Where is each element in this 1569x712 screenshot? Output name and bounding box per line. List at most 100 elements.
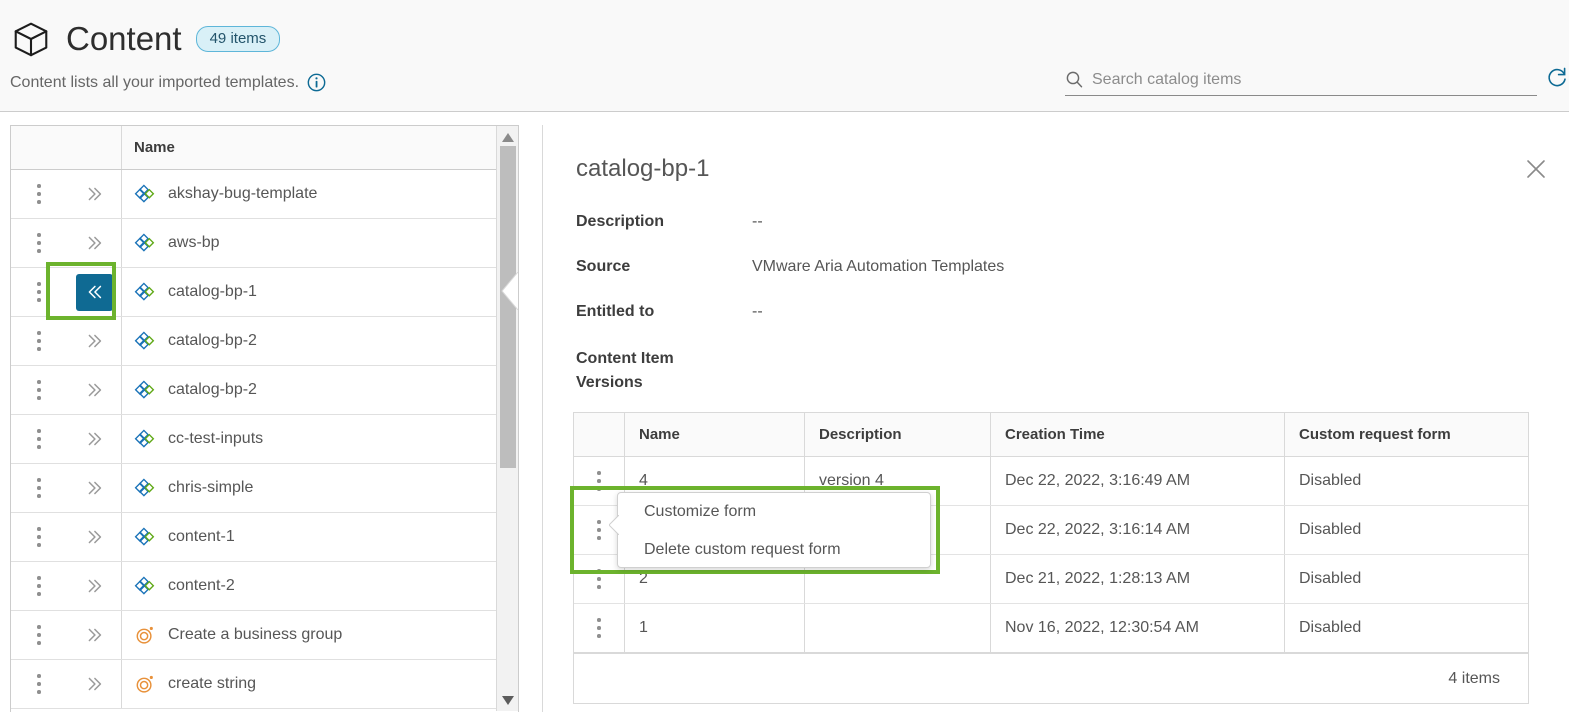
row-actions-kebab-icon[interactable] <box>37 674 41 694</box>
row-actions-cell[interactable] <box>11 513 67 561</box>
collapse-details-button[interactable] <box>75 273 113 311</box>
page-header: Content 49 items Content lists all your … <box>0 0 1569 112</box>
row-actions-cell[interactable] <box>11 170 67 218</box>
menu-item-delete-custom-request-form[interactable]: Delete custom request form <box>618 531 930 569</box>
list-item[interactable]: content-1 <box>11 513 518 562</box>
menu-item-customize-form[interactable]: Customize form <box>618 493 930 531</box>
row-expand-cell[interactable] <box>67 268 121 316</box>
item-name-cell: chris-simple <box>121 464 518 512</box>
scroll-down-arrow[interactable] <box>497 691 518 709</box>
list-item[interactable]: cc-test-inputs <box>11 415 518 464</box>
row-actions-cell[interactable] <box>11 219 67 267</box>
versions-header-description: Description <box>804 413 990 456</box>
expand-details-button[interactable] <box>77 668 111 700</box>
row-actions-cell[interactable] <box>11 415 67 463</box>
detail-title: catalog-bp-1 <box>576 155 710 182</box>
row-actions-kebab-icon[interactable] <box>37 184 41 204</box>
version-actions-kebab-icon[interactable] <box>597 471 601 491</box>
field-description: Description -- <box>576 213 763 231</box>
row-actions-kebab-icon[interactable] <box>37 233 41 253</box>
row-actions-cell[interactable] <box>11 660 67 708</box>
row-actions-dropdown: Customize form Delete custom request for… <box>608 492 931 569</box>
row-actions-kebab-icon[interactable] <box>37 331 41 351</box>
row-expand-cell[interactable] <box>67 317 121 365</box>
row-actions-cell[interactable] <box>11 366 67 414</box>
blueprint-icon <box>134 232 156 254</box>
row-actions-kebab-icon[interactable] <box>37 625 41 645</box>
expand-details-button[interactable] <box>77 178 111 210</box>
item-name-label: catalog-bp-1 <box>168 283 257 300</box>
row-actions-kebab-icon[interactable] <box>37 576 41 596</box>
expand-details-button[interactable] <box>77 521 111 553</box>
row-expand-cell[interactable] <box>67 366 121 414</box>
refresh-button[interactable] <box>1546 66 1568 90</box>
row-expand-cell[interactable] <box>67 170 121 218</box>
row-actions-cell[interactable] <box>11 317 67 365</box>
row-actions-kebab-icon[interactable] <box>37 527 41 547</box>
versions-table-row[interactable]: 1 Nov 16, 2022, 12:30:54 AM Disabled <box>574 604 1528 653</box>
field-entitled-to-label: Entitled to <box>576 303 655 320</box>
content-list-panel: Name akshay-bug-template aws-bp catalog-bp… <box>10 125 519 712</box>
version-actions-kebab-icon[interactable] <box>597 520 601 540</box>
version-actions-kebab-icon[interactable] <box>597 569 601 589</box>
expand-details-button[interactable] <box>77 619 111 651</box>
close-icon[interactable] <box>1523 156 1549 182</box>
list-item[interactable]: create string <box>11 660 518 709</box>
blueprint-icon <box>134 281 156 303</box>
list-header-row: Name <box>11 126 518 170</box>
search-input[interactable] <box>1092 66 1522 93</box>
row-expand-cell[interactable] <box>67 219 121 267</box>
row-expand-cell[interactable] <box>67 464 121 512</box>
page-title-row: Content 49 items <box>10 18 281 60</box>
scroll-up-arrow[interactable] <box>497 128 518 146</box>
scrollbar-thumb[interactable] <box>500 146 516 468</box>
list-scrollbar[interactable] <box>496 126 518 711</box>
row-expand-cell[interactable] <box>67 562 121 610</box>
blueprint-icon <box>134 183 156 205</box>
row-actions-cell[interactable] <box>11 268 67 316</box>
row-actions-kebab-icon[interactable] <box>37 380 41 400</box>
list-item[interactable]: Create a business group <box>11 611 518 660</box>
version-actions-kebab-icon[interactable] <box>597 618 601 638</box>
blueprint-icon <box>134 379 156 401</box>
versions-label-line-1: Content Item <box>576 350 674 367</box>
row-expand-cell[interactable] <box>67 513 121 561</box>
row-expand-cell[interactable] <box>67 611 121 659</box>
search-bar[interactable] <box>1065 64 1537 96</box>
expand-details-button[interactable] <box>77 227 111 259</box>
list-item[interactable]: catalog-bp-1 <box>11 268 518 317</box>
row-actions-kebab-icon[interactable] <box>37 282 41 302</box>
item-name-cell: catalog-bp-2 <box>121 366 518 414</box>
expand-details-button[interactable] <box>77 472 111 504</box>
row-actions-cell[interactable] <box>11 464 67 512</box>
list-item[interactable]: catalog-bp-2 <box>11 317 518 366</box>
expand-details-button[interactable] <box>77 374 111 406</box>
item-name-cell: content-1 <box>121 513 518 561</box>
expand-details-button[interactable] <box>77 570 111 602</box>
row-expand-cell[interactable] <box>67 660 121 708</box>
list-item[interactable]: catalog-bp-2 <box>11 366 518 415</box>
workflow-icon <box>134 673 156 695</box>
versions-table-footer: 4 items <box>574 653 1528 703</box>
field-source-value: VMware Aria Automation Templates <box>752 258 1005 275</box>
list-item[interactable]: content-2 <box>11 562 518 611</box>
version-actions-cell[interactable] <box>574 604 624 652</box>
info-icon[interactable] <box>307 73 326 92</box>
blueprint-icon <box>134 428 156 450</box>
versions-item-count: 4 items <box>1448 669 1500 687</box>
list-item[interactable]: aws-bp <box>11 219 518 268</box>
expand-details-button[interactable] <box>77 325 111 357</box>
blueprint-icon <box>134 477 156 499</box>
list-item[interactable]: akshay-bug-template <box>11 170 518 219</box>
field-content-item-versions: Content Item Versions <box>576 347 752 395</box>
row-actions-cell[interactable] <box>11 611 67 659</box>
expand-details-button[interactable] <box>77 423 111 455</box>
row-actions-kebab-icon[interactable] <box>37 478 41 498</box>
version-creation-time-cell: Dec 22, 2022, 3:16:49 AM <box>990 457 1284 505</box>
blueprint-icon <box>134 526 156 548</box>
list-item[interactable]: chris-simple <box>11 464 518 513</box>
row-actions-kebab-icon[interactable] <box>37 429 41 449</box>
row-actions-cell[interactable] <box>11 562 67 610</box>
row-expand-cell[interactable] <box>67 415 121 463</box>
item-name-label: cc-test-inputs <box>168 430 264 447</box>
